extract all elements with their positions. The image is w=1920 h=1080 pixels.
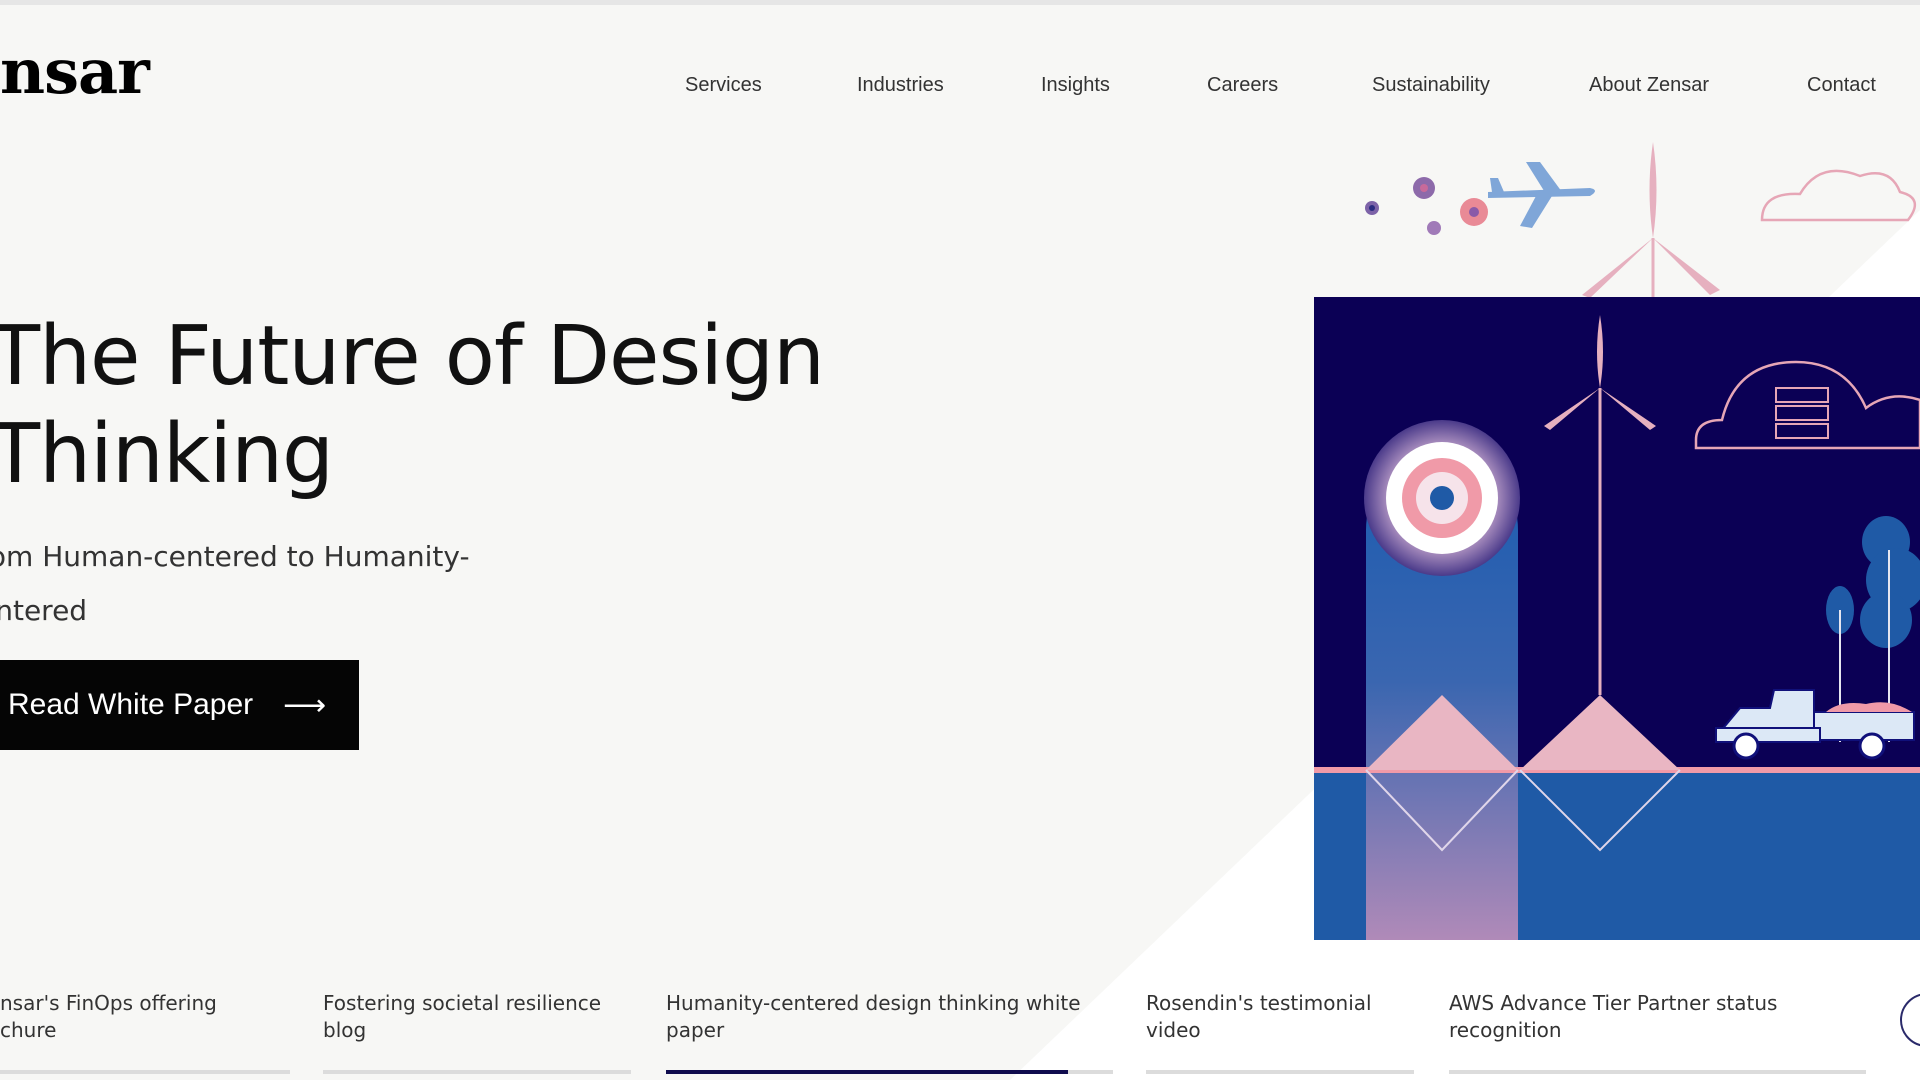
read-white-paper-button[interactable]: Read White Paper ⟶ [0,660,359,750]
cloud-icon [1760,169,1917,222]
airplane-icon [1488,162,1595,228]
carousel-tab-aws-partner[interactable]: AWS Advance Tier Partner status recognit… [1449,990,1866,1080]
top-border [0,0,1920,5]
tab-label: Fostering societal resilience blog [323,991,602,1042]
nav-sustainability[interactable]: Sustainability [1372,74,1490,97]
carousel-tab-design-thinking[interactable]: Humanity-centered design thinking white … [666,990,1113,1080]
tab-label: AWS Advance Tier Partner status recognit… [1449,991,1778,1042]
arrow-right-icon: ⟶ [283,688,327,722]
nav-insights[interactable]: Insights [1041,74,1110,97]
carousel-tab-rosendin[interactable]: Rosendin's testimonial video [1146,990,1414,1080]
carousel-tab-societal-resilience[interactable]: Fostering societal resilience blog [323,990,631,1080]
hero-title-line-2: Thinking [0,407,334,502]
hero-subtitle-line-2: entered [0,594,88,627]
tab-progress [323,1070,631,1074]
nav-industries[interactable]: Industries [857,74,944,97]
tab-label: Humanity-centered design thinking white … [666,991,1081,1042]
nav-about-zensar[interactable]: About Zensar [1589,74,1709,97]
cta-label: Read White Paper [8,688,254,721]
tab-progress [1449,1070,1866,1074]
tab-label: Rosendin's testimonial video [1146,991,1372,1042]
main-nav: Services Industries Insights Careers Sus… [0,74,1920,104]
hero-title-line-1: The Future of Design [0,309,825,404]
tab-label: nsar's FinOps offering chure [0,991,217,1042]
tab-progress [1146,1070,1414,1074]
tab-progress [666,1070,1113,1074]
hero-subtitle-line-1: rom Human-centered to Humanity- [0,540,470,573]
nav-services[interactable]: Services [685,74,762,97]
hero-title: The Future of Design Thinking [0,308,890,504]
hero-subtitle: rom Human-centered to Humanity- entered [0,530,498,638]
nav-careers[interactable]: Careers [1207,74,1278,97]
tab-progress [0,1070,290,1074]
carousel-tab-finops[interactable]: nsar's FinOps offering chure [0,990,290,1080]
content-carousel-tabs: nsar's FinOps offering chure Fostering s… [0,990,1920,1080]
flower-icon [1365,177,1488,235]
sun-gear-icon [1364,420,1520,576]
nav-contact[interactable]: Contact [1807,74,1876,97]
hero-illustration [1314,142,1920,940]
